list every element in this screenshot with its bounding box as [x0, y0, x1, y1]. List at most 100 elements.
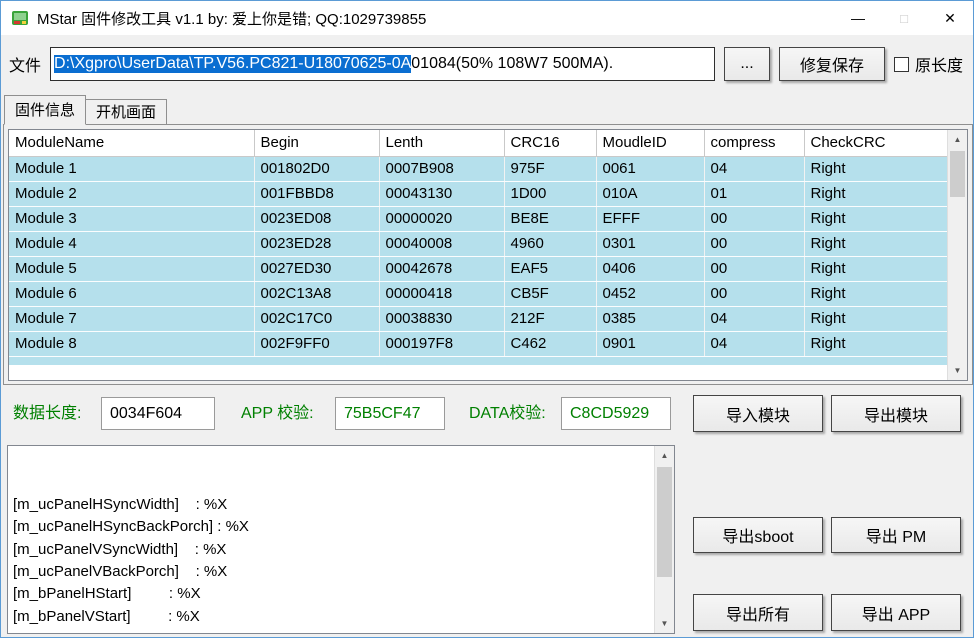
log-output[interactable]: [m_ucPanelHSyncWidth] : %X[m_ucPanelHSyn… [13, 449, 652, 631]
log-line: [m_bPanelWidth] : %X [13, 628, 652, 631]
table-row[interactable]: Module 1 001802D0 0007B908 975F 0061 04 … [9, 156, 947, 181]
cell-checkcrc: Right [804, 281, 947, 306]
export-all-button[interactable]: 导出所有 [693, 594, 823, 631]
file-path-rest-text: 01084(50% 108W7 500MA). [411, 55, 613, 73]
cell-compress: 00 [704, 256, 804, 281]
log-line: [m_ucPanelHSyncWidth] : %X [13, 494, 652, 516]
cell-compress: 04 [704, 331, 804, 356]
tab-boot-screen[interactable]: 开机画面 [86, 99, 167, 125]
cell-module-name: Module 3 [9, 206, 254, 231]
file-label: 文件 [9, 52, 41, 76]
cell-checkcrc: Right [804, 306, 947, 331]
cell-begin: 002C13A8 [254, 281, 379, 306]
table-row-partial [9, 357, 947, 365]
minimize-button[interactable]: — [835, 1, 881, 35]
log-line: [m_ucPanelVBackPorch] : %X [13, 561, 652, 583]
cell-lenth: 00043130 [379, 181, 504, 206]
export-app-button[interactable]: 导出 APP [831, 594, 961, 631]
cell-checkcrc: Right [804, 256, 947, 281]
cell-crc16: 4960 [504, 231, 596, 256]
log-box: [m_ucPanelHSyncWidth] : %X[m_ucPanelHSyn… [7, 445, 675, 634]
cell-moudleid: 0901 [596, 331, 704, 356]
module-table-frame: ModuleNameBeginLenthCRC16MoudleIDcompres… [8, 129, 968, 381]
scroll-up-icon[interactable]: ▲ [948, 130, 967, 149]
cell-begin: 0023ED08 [254, 206, 379, 231]
table-row[interactable]: Module 2 001FBBD8 00043130 1D00 010A 01 … [9, 181, 947, 206]
app-checksum-label: APP 校验: [241, 395, 314, 433]
cell-moudleid: 0452 [596, 281, 704, 306]
original-length-checkbox[interactable]: 原长度 [894, 52, 965, 76]
checkbox-label: 原长度 [915, 52, 963, 76]
app-window: MStar 固件修改工具 v1.1 by: 爱上你是错; QQ:10297398… [0, 0, 974, 638]
column-header[interactable]: CheckCRC [804, 130, 947, 156]
repair-save-button[interactable]: 修复保存 [779, 47, 885, 81]
cell-begin: 001802D0 [254, 156, 379, 181]
tab-firmware-info[interactable]: 固件信息 [4, 95, 86, 125]
cell-checkcrc: Right [804, 206, 947, 231]
file-path-input[interactable]: D:\Xgpro\UserData\TP.V56.PC821-U18070625… [50, 47, 715, 81]
cell-lenth: 00038830 [379, 306, 504, 331]
cell-module-name: Module 2 [9, 181, 254, 206]
checkbox-box-icon [894, 57, 909, 72]
cell-module-name: Module 6 [9, 281, 254, 306]
app-checksum-field[interactable]: 75B5CF47 [335, 397, 445, 430]
file-row: 文件 D:\Xgpro\UserData\TP.V56.PC821-U18070… [1, 37, 973, 91]
table-row[interactable]: Module 7 002C17C0 00038830 212F 0385 04 … [9, 306, 947, 331]
cell-compress: 00 [704, 206, 804, 231]
cell-begin: 0023ED28 [254, 231, 379, 256]
cell-lenth: 00042678 [379, 256, 504, 281]
table-row[interactable]: Module 5 0027ED30 00042678 EAF5 0406 00 … [9, 256, 947, 281]
column-header[interactable]: compress [704, 130, 804, 156]
cell-checkcrc: Right [804, 331, 947, 356]
column-header[interactable]: Lenth [379, 130, 504, 156]
cell-begin: 0027ED30 [254, 256, 379, 281]
cell-lenth: 00000020 [379, 206, 504, 231]
cell-crc16: C462 [504, 331, 596, 356]
browse-button[interactable]: ... [724, 47, 770, 81]
export-sboot-button[interactable]: 导出sboot [693, 517, 823, 553]
log-line: [m_bPanelHStart] : %X [13, 583, 652, 605]
table-row[interactable]: Module 3 0023ED08 00000020 BE8E EFFF 00 … [9, 206, 947, 231]
table-row[interactable]: Module 8 002F9FF0 000197F8 C462 0901 04 … [9, 331, 947, 356]
table-scrollbar[interactable]: ▲ ▼ [947, 130, 967, 380]
window-controls: — □ ✕ [835, 1, 973, 35]
table-row[interactable]: Module 6 002C13A8 00000418 CB5F 0452 00 … [9, 281, 947, 306]
scrollbar-thumb[interactable] [657, 467, 672, 577]
cell-compress: 04 [704, 306, 804, 331]
export-pm-button[interactable]: 导出 PM [831, 517, 961, 553]
log-scrollbar[interactable]: ▲ ▼ [654, 446, 674, 633]
scroll-down-icon[interactable]: ▼ [655, 614, 674, 633]
scroll-down-icon[interactable]: ▼ [948, 361, 967, 380]
scroll-up-icon[interactable]: ▲ [655, 446, 674, 465]
column-header[interactable]: Begin [254, 130, 379, 156]
export-module-button[interactable]: 导出模块 [831, 395, 961, 432]
cell-begin: 002C17C0 [254, 306, 379, 331]
column-header[interactable]: MoudleID [596, 130, 704, 156]
cell-module-name: Module 1 [9, 156, 254, 181]
maximize-button[interactable]: □ [881, 1, 927, 35]
cell-lenth: 000197F8 [379, 331, 504, 356]
table-row[interactable]: Module 4 0023ED28 00040008 4960 0301 00 … [9, 231, 947, 256]
data-checksum-field[interactable]: C8CD5929 [561, 397, 671, 430]
window-title: MStar 固件修改工具 v1.1 by: 爱上你是错; QQ:10297398… [37, 8, 426, 29]
cell-compress: 00 [704, 231, 804, 256]
column-header[interactable]: CRC16 [504, 130, 596, 156]
cell-crc16: 212F [504, 306, 596, 331]
cell-crc16: 1D00 [504, 181, 596, 206]
table-header-row: ModuleNameBeginLenthCRC16MoudleIDcompres… [9, 130, 947, 156]
cell-lenth: 0007B908 [379, 156, 504, 181]
cell-moudleid: 0301 [596, 231, 704, 256]
cell-lenth: 00000418 [379, 281, 504, 306]
cell-compress: 04 [704, 156, 804, 181]
cell-checkcrc: Right [804, 231, 947, 256]
cell-module-name: Module 7 [9, 306, 254, 331]
data-length-field[interactable]: 0034F604 [101, 397, 215, 430]
import-module-button[interactable]: 导入模块 [693, 395, 823, 432]
file-path-selected-text: D:\Xgpro\UserData\TP.V56.PC821-U18070625… [54, 55, 411, 73]
tab-strip: 固件信息 开机画面 [4, 95, 167, 125]
close-button[interactable]: ✕ [927, 1, 973, 35]
column-header[interactable]: ModuleName [9, 130, 254, 156]
scrollbar-thumb[interactable] [950, 151, 965, 197]
cell-moudleid: EFFF [596, 206, 704, 231]
cell-moudleid: 0406 [596, 256, 704, 281]
